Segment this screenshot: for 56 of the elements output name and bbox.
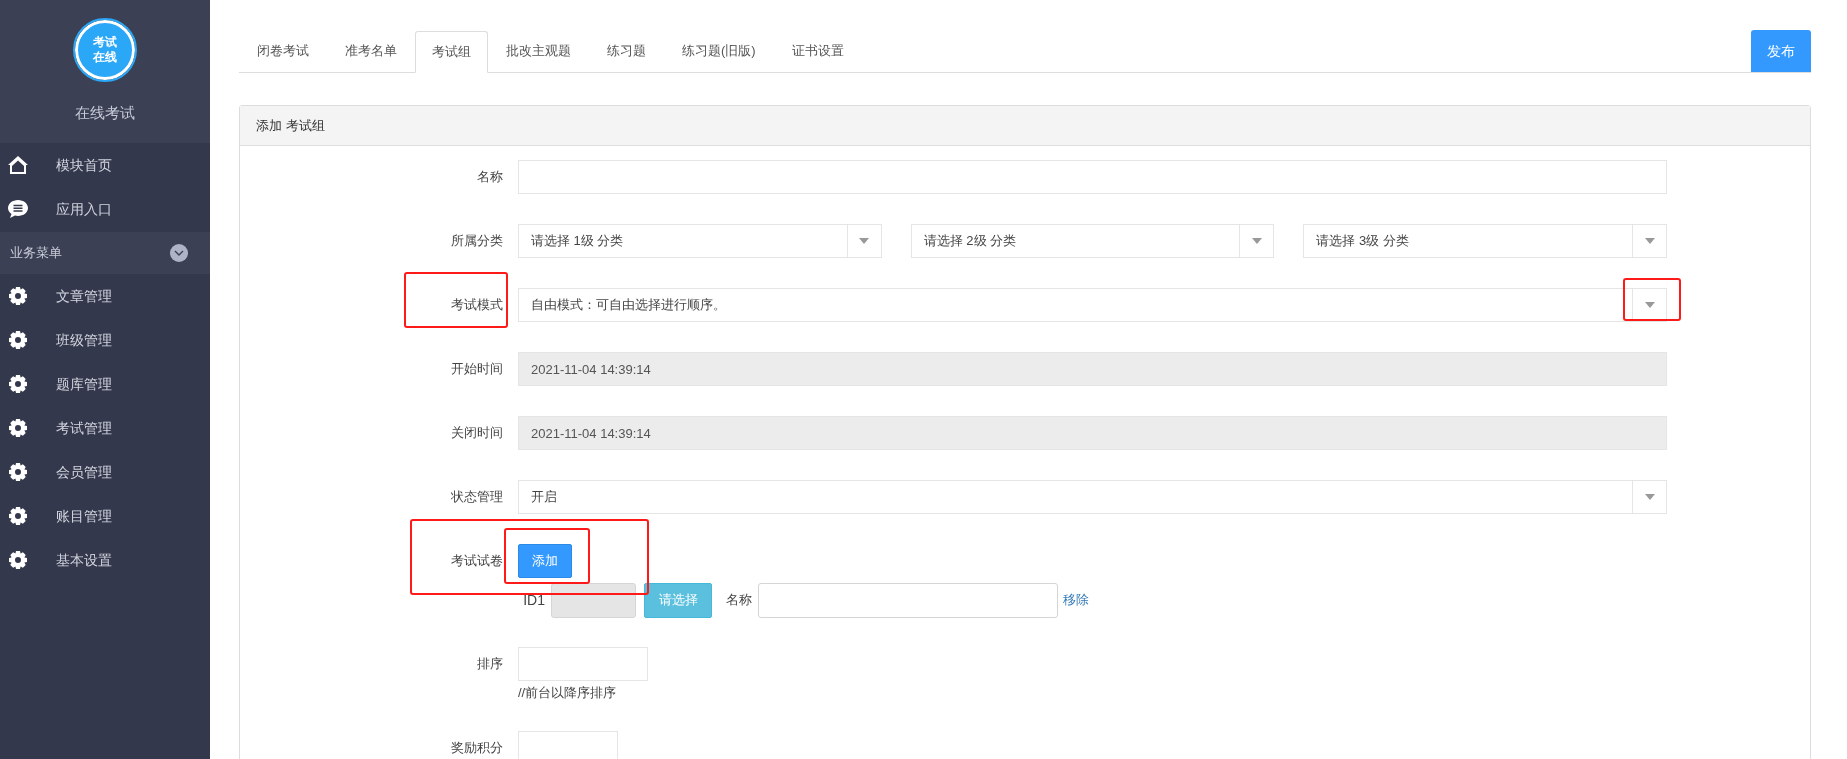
chat-icon bbox=[7, 199, 29, 219]
app-title: 在线考试 bbox=[75, 103, 135, 123]
date-input[interactable]: 2021-11-04 14:39:14 bbox=[518, 416, 1667, 450]
gear-icon bbox=[8, 330, 28, 350]
field-label: 奖励积分 bbox=[451, 738, 503, 757]
gear-icon bbox=[8, 506, 28, 526]
dropdown[interactable]: 请选择 2级 分类 bbox=[910, 224, 1275, 258]
sidebar-item[interactable]: 题库管理 bbox=[0, 362, 210, 406]
field-label: 状态管理 bbox=[451, 488, 503, 507]
remove-link[interactable]: 移除 bbox=[1063, 590, 1089, 610]
sidebar-item[interactable]: 基本设置 bbox=[0, 538, 210, 582]
dropdown[interactable]: 自由模式：可自由选择进行顺序。 bbox=[518, 288, 1667, 322]
sidebar-item[interactable]: 文章管理 bbox=[0, 274, 210, 318]
field-label: 排序 bbox=[477, 655, 503, 674]
dropdown[interactable]: 开启 bbox=[518, 480, 1667, 514]
sort-input[interactable] bbox=[518, 647, 648, 681]
tab[interactable]: 闭卷考试 bbox=[239, 30, 327, 72]
section-header: 业务菜单 bbox=[10, 244, 62, 263]
logo: 考试 在线 bbox=[75, 20, 135, 80]
annotation-box bbox=[1623, 278, 1681, 321]
sidebar-item[interactable]: 班级管理 bbox=[0, 318, 210, 362]
sidebar-item[interactable]: 会员管理 bbox=[0, 450, 210, 494]
field-label: 名称 bbox=[477, 168, 503, 187]
gear-icon bbox=[8, 462, 28, 482]
sidebar-item[interactable]: 模块首页 bbox=[0, 143, 210, 187]
field-label: 考试试卷 bbox=[451, 552, 503, 571]
tab[interactable]: 练习题 bbox=[589, 30, 664, 72]
gear-icon bbox=[8, 418, 28, 438]
name-input[interactable] bbox=[758, 582, 1058, 618]
tab[interactable]: 练习题(旧版) bbox=[664, 30, 774, 72]
date-input[interactable]: 2021-11-04 14:39:14 bbox=[518, 352, 1667, 386]
points-input[interactable] bbox=[518, 730, 618, 759]
dropdown[interactable]: 请选择 1级 分类 bbox=[518, 224, 882, 258]
home-icon bbox=[7, 155, 29, 175]
field-label: 关闭时间 bbox=[451, 424, 503, 443]
panel-title: 添加 考试组 bbox=[256, 116, 325, 135]
id-input[interactable] bbox=[551, 582, 636, 618]
dropdown[interactable]: 请选择 3级 分类 bbox=[1303, 224, 1667, 258]
field-label: 所属分类 bbox=[451, 232, 503, 251]
hint-text: //前台以降序排序 bbox=[518, 684, 618, 702]
tab[interactable]: 准考名单 bbox=[327, 30, 415, 72]
field-label: 开始时间 bbox=[451, 360, 503, 379]
gear-icon bbox=[8, 286, 28, 306]
gear-icon bbox=[8, 374, 28, 394]
tab[interactable]: 批改主观题 bbox=[488, 30, 589, 72]
tab[interactable]: 证书设置 bbox=[773, 30, 862, 72]
field-label: 考试模式 bbox=[451, 296, 503, 315]
tab[interactable]: 考试组 bbox=[415, 31, 488, 73]
id-label: ID1 bbox=[522, 590, 545, 610]
name-label: 名称 bbox=[726, 591, 752, 610]
sidebar-item[interactable]: 账目管理 bbox=[0, 494, 210, 538]
gear-icon bbox=[8, 550, 28, 570]
sidebar-item[interactable]: 考试管理 bbox=[0, 406, 210, 450]
sidebar-item[interactable]: 应用入口 bbox=[0, 187, 210, 231]
text-input[interactable] bbox=[518, 160, 1667, 194]
chevron-down-icon[interactable] bbox=[170, 244, 188, 262]
